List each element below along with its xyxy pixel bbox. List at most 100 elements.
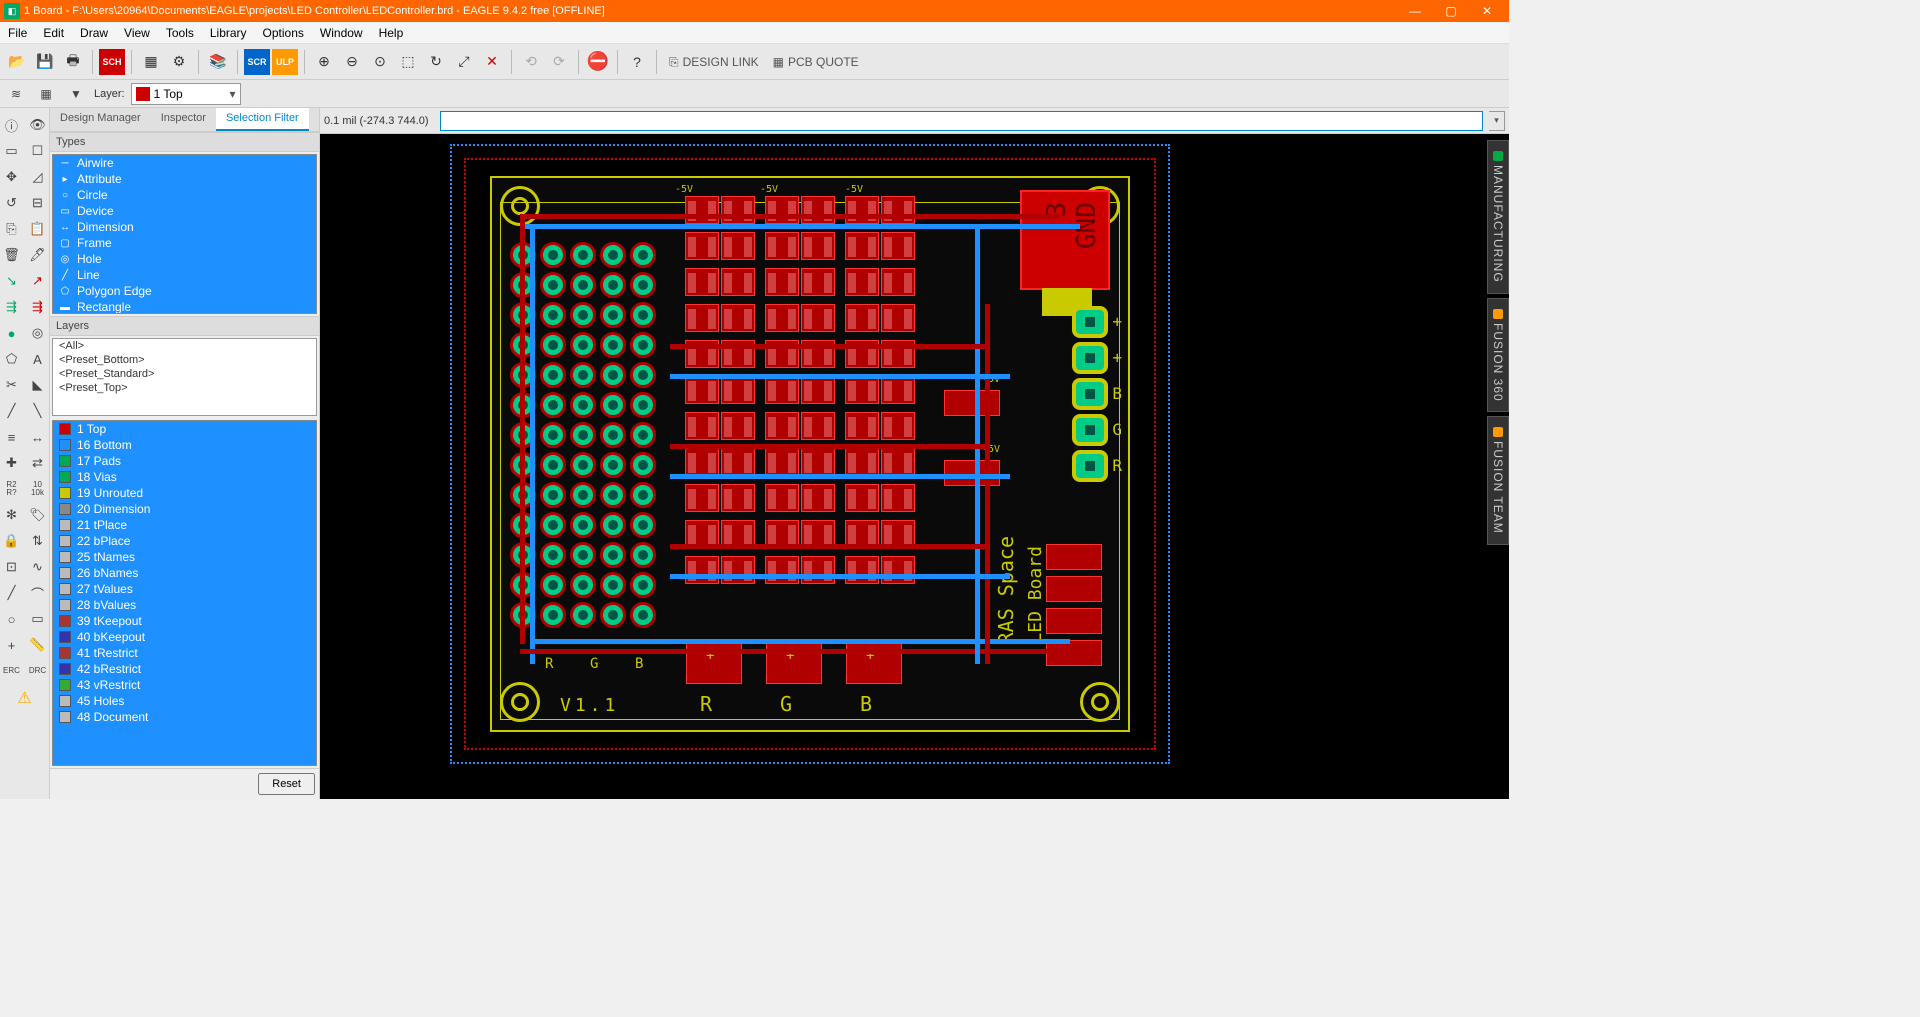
dimension-tool[interactable]: ↔ (26, 425, 50, 449)
save-button[interactable]: 💾 (32, 49, 58, 75)
command-history-dropdown[interactable]: ▾ (1489, 111, 1505, 131)
zoom-fit-button[interactable]: ⊙ (367, 49, 393, 75)
line-tool[interactable]: ╱ (0, 581, 24, 605)
layer-item[interactable]: 20 Dimension (53, 501, 316, 517)
types-list[interactable]: ─Airwire▸Attribute○Circle▭Device↔Dimensi… (52, 154, 317, 314)
layer-item[interactable]: 22 bPlace (53, 533, 316, 549)
type-item[interactable]: ╱Line (53, 267, 316, 283)
smash-tool[interactable]: ✻ (0, 503, 24, 527)
name-tool[interactable]: R2R? (0, 477, 24, 501)
layer-item[interactable]: 43 vRestrict (53, 677, 316, 693)
minimize-button[interactable]: — (1397, 0, 1433, 22)
type-item[interactable]: ─Airwire (53, 155, 316, 171)
library-button[interactable]: 📚 (205, 49, 231, 75)
hole-tool[interactable]: ◎ (26, 321, 50, 345)
cam-button[interactable]: ⚙ (166, 49, 192, 75)
layer-item[interactable]: 48 Document (53, 709, 316, 725)
select-tool[interactable]: ▭ (0, 139, 24, 163)
via-tool[interactable]: ● (0, 321, 24, 345)
layer-select[interactable]: 1 Top ▾ (131, 83, 241, 105)
layer-item[interactable]: 42 bRestrict (53, 661, 316, 677)
menu-library[interactable]: Library (202, 26, 255, 40)
replace-tool[interactable]: ⇄ (26, 451, 50, 475)
paste-tool[interactable]: 📋 (26, 217, 50, 241)
polygon-tool[interactable]: ⬠ (0, 347, 24, 371)
menu-window[interactable]: Window (312, 26, 371, 40)
layer-preset-list[interactable]: <All><Preset_Bottom><Preset_Standard><Pr… (52, 338, 317, 416)
type-item[interactable]: ○Circle (53, 187, 316, 203)
layer-item[interactable]: 26 bNames (53, 565, 316, 581)
mark-tool[interactable]: + (0, 633, 24, 657)
layer-item[interactable]: 16 Bottom (53, 437, 316, 453)
zoom-select-button[interactable]: ⬚ (395, 49, 421, 75)
text-tool[interactable]: A (26, 347, 50, 371)
meander-tool[interactable]: ∿ (26, 555, 50, 579)
fusion360-tab[interactable]: FUSION 360 (1487, 298, 1509, 413)
show-tool[interactable]: 👁 (26, 113, 50, 137)
layer-item[interactable]: 27 tValues (53, 581, 316, 597)
label-tool[interactable]: 🏷 (26, 503, 50, 527)
open-button[interactable]: 📂 (4, 49, 30, 75)
pcb-canvas[interactable]: GND 3 + + B G R RAS Space LED B (320, 134, 1509, 799)
net-tool[interactable]: ╱ (0, 399, 24, 423)
zoom-in-button[interactable]: ⊕ (311, 49, 337, 75)
layer-preset-item[interactable]: <All> (53, 339, 316, 353)
stop-button[interactable]: ⛔ (585, 49, 611, 75)
ulp-button[interactable]: ULP (272, 49, 298, 75)
arc-tool[interactable]: ⌒ (26, 581, 50, 605)
manufacturing-tab[interactable]: MANUFACTURING (1487, 140, 1509, 294)
layers-list[interactable]: 1 Top16 Bottom17 Pads18 Vias19 Unrouted2… (52, 420, 317, 766)
zoom-redraw-button[interactable]: ↻ (423, 49, 449, 75)
menu-edit[interactable]: Edit (35, 26, 72, 40)
layer-preset-item[interactable]: <Preset_Top> (53, 381, 316, 395)
add-tool[interactable]: ✚ (0, 451, 24, 475)
redo-button[interactable]: ⟳ (546, 49, 572, 75)
layer-item[interactable]: 18 Vias (53, 469, 316, 485)
menu-draw[interactable]: Draw (72, 26, 116, 40)
ripup-tool[interactable]: ↗ (26, 269, 50, 293)
menu-tools[interactable]: Tools (158, 26, 202, 40)
layer-item[interactable]: 1 Top (53, 421, 316, 437)
layer-item[interactable]: 39 tKeepout (53, 613, 316, 629)
layer-item[interactable]: 28 bValues (53, 597, 316, 613)
route-multi-tool[interactable]: ⇶ (0, 295, 24, 319)
erc-tool[interactable]: ERC (0, 659, 24, 683)
warning-icon[interactable]: ⚠ (17, 688, 31, 708)
copy-tool[interactable]: ⎘ (0, 217, 24, 241)
layers-button[interactable]: ≋ (4, 83, 28, 105)
type-item[interactable]: ▢Frame (53, 235, 316, 251)
delete-tool[interactable]: 🗑 (0, 243, 24, 267)
reset-button[interactable]: Reset (258, 773, 315, 795)
type-item[interactable]: ▬Rectangle (53, 299, 316, 314)
fusion-team-tab[interactable]: FUSION TEAM (1487, 416, 1509, 545)
design-link-button[interactable]: ⎘DESIGN LINK (663, 56, 765, 68)
layer-item[interactable]: 41 tRestrict (53, 645, 316, 661)
drc-tool[interactable]: DRC (26, 659, 50, 683)
type-item[interactable]: ↔Dimension (53, 219, 316, 235)
miter-tool[interactable]: ◣ (26, 373, 50, 397)
value-tool[interactable]: 1010k (26, 477, 50, 501)
command-input[interactable] (440, 111, 1483, 131)
mirror-tool[interactable]: ◿ (26, 165, 50, 189)
type-item[interactable]: ◎Hole (53, 251, 316, 267)
zoom-out-button[interactable]: ⊖ (339, 49, 365, 75)
lock-tool[interactable]: 🔒 (0, 529, 24, 553)
unroute-button[interactable]: ✕ (479, 49, 505, 75)
layer-item[interactable]: 45 Holes (53, 693, 316, 709)
wire-tool[interactable]: ╲ (26, 399, 50, 423)
layer-preset-item[interactable]: <Preset_Bottom> (53, 353, 316, 367)
menu-file[interactable]: File (0, 26, 35, 40)
grid-button[interactable]: ▦ (34, 83, 58, 105)
rotate-tool[interactable]: ↺ (0, 191, 24, 215)
board-button[interactable]: ▦ (138, 49, 164, 75)
split-tool[interactable]: ✂ (0, 373, 24, 397)
menu-help[interactable]: Help (371, 26, 412, 40)
type-item[interactable]: ▭Device (53, 203, 316, 219)
layer-item[interactable]: 40 bKeepout (53, 629, 316, 645)
layer-item[interactable]: 19 Unrouted (53, 485, 316, 501)
ripup-multi-tool[interactable]: ⇶ (26, 295, 50, 319)
scr-button[interactable]: SCR (244, 49, 270, 75)
optimize-tool[interactable]: ⊡ (0, 555, 24, 579)
tab-inspector[interactable]: Inspector (151, 108, 216, 131)
menu-view[interactable]: View (116, 26, 158, 40)
